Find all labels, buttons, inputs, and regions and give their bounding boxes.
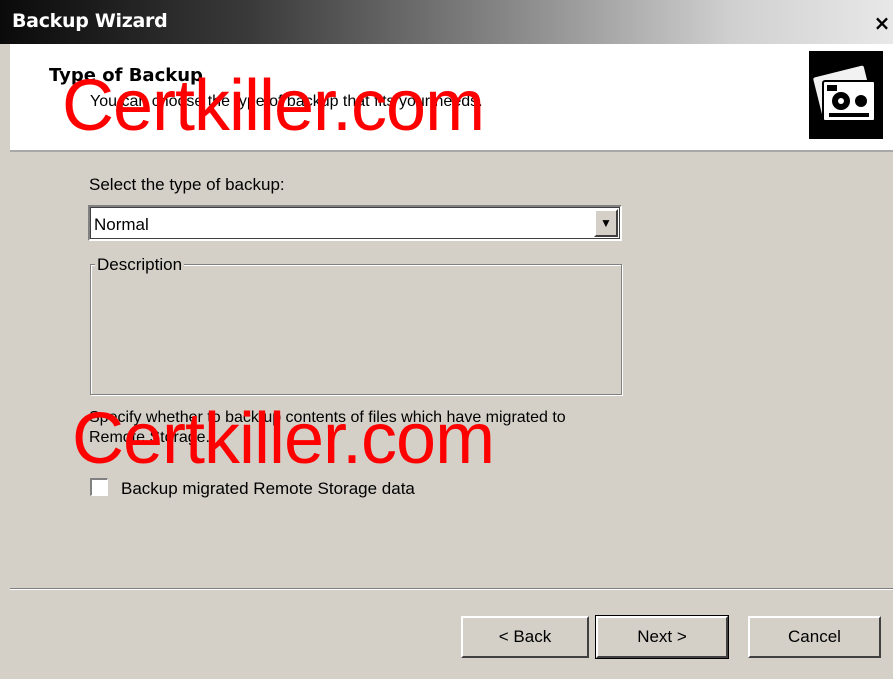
backup-type-dropdown[interactable]: Normal ▼ xyxy=(88,205,622,241)
backup-tapes-graphic xyxy=(813,65,876,122)
window-title: Backup Wizard xyxy=(12,10,168,32)
backup-type-value: Normal xyxy=(94,215,149,234)
backup-wizard-window: Backup Wizard × Type of Backup You can c… xyxy=(0,0,893,679)
back-button[interactable]: < Back xyxy=(461,616,589,658)
backup-type-label: Select the type of backup: xyxy=(89,175,285,194)
close-button[interactable]: × xyxy=(871,12,893,34)
description-groupbox: Description xyxy=(90,255,622,395)
watermark: Certkiller.com xyxy=(62,66,485,146)
title-bar: Backup Wizard × xyxy=(0,0,893,44)
separator-highlight xyxy=(10,589,893,590)
watermark: Certkiller.com xyxy=(72,399,495,479)
remote-storage-checkbox-label[interactable]: Backup migrated Remote Storage data xyxy=(121,479,415,499)
backup-tapes-icon xyxy=(809,51,883,139)
remote-storage-checkbox[interactable] xyxy=(90,478,108,496)
description-legend: Description xyxy=(95,255,185,275)
cancel-button[interactable]: Cancel xyxy=(748,616,881,658)
next-button[interactable]: Next > xyxy=(595,615,729,659)
chevron-down-icon[interactable]: ▼ xyxy=(594,209,618,237)
